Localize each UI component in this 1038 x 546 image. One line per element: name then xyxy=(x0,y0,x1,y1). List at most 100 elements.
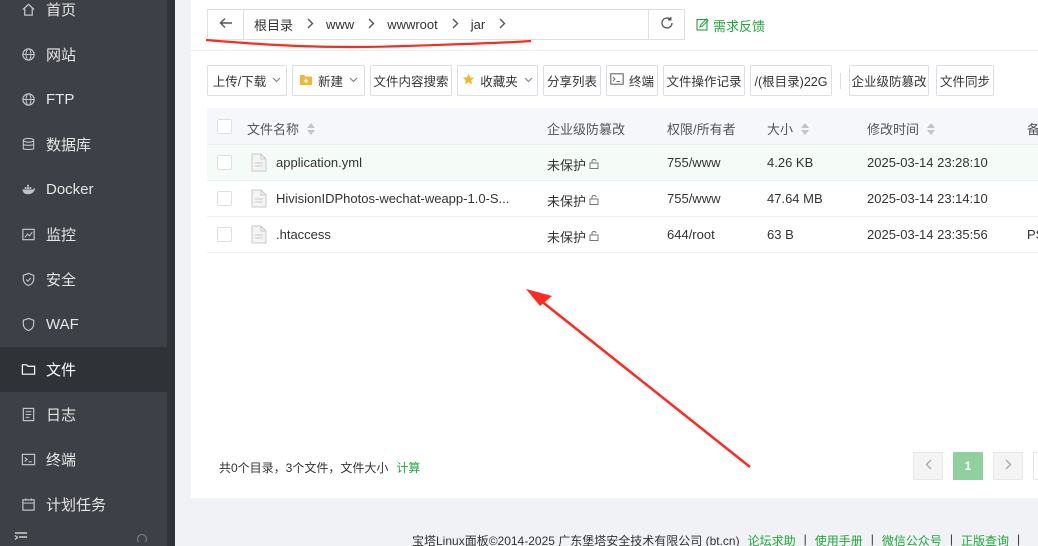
chevron-right-icon xyxy=(368,17,375,32)
tamper-status-label: 未保护 xyxy=(547,158,587,173)
tamper-status[interactable]: 未保护 xyxy=(547,191,600,210)
file-remark[interactable]: PS xyxy=(1027,227,1038,242)
button-label: 企业级防篡改 xyxy=(851,75,927,89)
terminal-button[interactable]: 终端 xyxy=(606,65,658,96)
breadcrumb-item-wwwroot[interactable]: wwwroot xyxy=(379,17,463,32)
sort-icon xyxy=(927,122,936,135)
chevron-right-icon xyxy=(499,17,506,32)
column-header-mtime[interactable]: 修改时间 xyxy=(867,119,936,138)
permission-owner[interactable]: 755/www xyxy=(667,191,720,206)
sidebar-item-label: 网站 xyxy=(46,47,77,64)
column-header-size[interactable]: 大小 xyxy=(767,119,810,138)
file-name[interactable]: .htaccess xyxy=(276,227,331,242)
page-size-select[interactable] xyxy=(1033,452,1038,480)
unlock-icon xyxy=(589,157,600,172)
new-button[interactable]: 新建 xyxy=(292,65,365,96)
content-search-button[interactable]: 文件内容搜索 xyxy=(370,65,452,96)
feedback-label: 需求反馈 xyxy=(713,19,766,34)
footer-separator: | xyxy=(870,532,874,546)
unlock-icon xyxy=(589,193,600,208)
unlock-icon xyxy=(589,229,600,244)
file-name[interactable]: HivisionIDPhotos-wechat-weapp-1.0-S... xyxy=(276,191,509,206)
sidebar-item-docker[interactable]: Docker xyxy=(0,167,167,212)
operation-log-button[interactable]: 文件操作记录 xyxy=(663,65,745,96)
chevron-down-icon xyxy=(524,75,533,86)
wechat-link[interactable]: 微信公众号 xyxy=(882,532,942,546)
file-sync-button[interactable]: 文件同步 xyxy=(936,65,994,96)
file-size: 47.64 MB xyxy=(767,191,823,206)
file-manager-panel: 根目录 www wwwroot jar 需求反馈 上传/下载 新建 文件内容搜索… xyxy=(191,0,1038,498)
file-icon xyxy=(251,225,267,247)
button-label: 文件操作记录 xyxy=(666,75,742,89)
refresh-icon xyxy=(660,16,674,33)
table-header: 文件名称 企业级防篡改 权限/所有者 大小 修改时间 备 xyxy=(207,108,1038,145)
chevron-right-icon xyxy=(307,17,314,32)
sidebar-item-website[interactable]: 网站 xyxy=(0,32,167,77)
red-underline-annotation xyxy=(205,38,532,49)
breadcrumb-label: 根目录 xyxy=(254,18,294,33)
breadcrumb-label: wwwroot xyxy=(387,17,438,32)
column-header-label: 权限/所有者 xyxy=(667,122,736,137)
favorites-button[interactable]: 收藏夹 xyxy=(457,65,538,96)
forum-help-link[interactable]: 论坛求助 xyxy=(748,532,796,546)
terminal-icon xyxy=(610,73,624,88)
tamper-proof-button[interactable]: 企业级防篡改 xyxy=(849,65,929,96)
sidebar-item-files[interactable]: 文件 xyxy=(0,347,167,392)
file-name[interactable]: application.yml xyxy=(276,155,362,170)
license-check-link[interactable]: 正版查询 xyxy=(961,532,1009,546)
column-header-label: 备 xyxy=(1027,122,1038,137)
sidebar-item-waf[interactable]: WAF xyxy=(0,302,167,347)
toolbar-divider xyxy=(840,73,841,89)
sidebar-item-label: 文件 xyxy=(46,362,77,379)
button-label: 新建 xyxy=(317,75,343,89)
sidebar-scrollbar[interactable] xyxy=(167,0,175,546)
star-icon xyxy=(462,73,475,89)
sidebar-item-label: FTP xyxy=(46,91,75,108)
row-checkbox[interactable] xyxy=(217,191,232,206)
feedback-link[interactable]: 需求反馈 xyxy=(696,16,765,35)
summary-text: 共0个目录，3个文件，文件大小 xyxy=(219,461,389,475)
button-label: 收藏夹 xyxy=(480,75,518,89)
share-list-button[interactable]: 分享列表 xyxy=(543,65,601,96)
select-all-checkbox[interactable] xyxy=(217,119,232,134)
upload-download-button[interactable]: 上传/下载 xyxy=(207,65,287,96)
manual-link[interactable]: 使用手册 xyxy=(815,532,863,546)
docker-icon xyxy=(20,182,36,198)
breadcrumb-item-root[interactable]: 根目录 xyxy=(244,15,318,34)
table-row[interactable]: application.yml 未保护 755/www 4.26 KB 2025… xyxy=(207,145,1038,181)
modified-time: 2025-03-14 23:28:10 xyxy=(867,155,988,170)
modified-time: 2025-03-14 23:35:56 xyxy=(867,227,988,242)
sidebar-item-logs[interactable]: 日志 xyxy=(0,392,167,437)
sidebar-item-home[interactable]: 首页 xyxy=(0,0,167,32)
prev-page-button[interactable] xyxy=(913,452,943,480)
table-row[interactable]: .htaccess 未保护 644/root 63 B 2025-03-14 2… xyxy=(207,217,1038,253)
row-checkbox[interactable] xyxy=(217,227,232,242)
modified-time: 2025-03-14 23:14:10 xyxy=(867,191,988,206)
refresh-button[interactable] xyxy=(648,9,685,40)
footer-separator: | xyxy=(803,532,807,546)
breadcrumb-item-jar[interactable]: jar xyxy=(463,17,510,32)
tamper-status[interactable]: 未保护 xyxy=(547,155,600,174)
edit-icon xyxy=(696,17,709,34)
sidebar-item-ftp[interactable]: FTP xyxy=(0,77,167,122)
next-page-button[interactable] xyxy=(993,452,1023,480)
permission-owner[interactable]: 644/root xyxy=(667,227,715,242)
back-button[interactable] xyxy=(208,10,244,39)
sidebar-item-database[interactable]: 数据库 xyxy=(0,122,167,167)
sidebar-item-cron[interactable]: 计划任务 xyxy=(0,482,167,527)
calculate-size-link[interactable]: 计算 xyxy=(396,461,420,475)
column-header-name[interactable]: 文件名称 xyxy=(247,119,316,138)
sidebar-item-terminal[interactable]: 终端 xyxy=(0,437,167,482)
breadcrumb-item-www[interactable]: www xyxy=(318,17,379,32)
button-label: 分享列表 xyxy=(546,75,597,89)
tamper-status[interactable]: 未保护 xyxy=(547,227,600,246)
page-button-current[interactable]: 1 xyxy=(953,452,983,480)
permission-owner[interactable]: 755/www xyxy=(667,155,720,170)
sidebar-item-monitor[interactable]: 监控 xyxy=(0,212,167,257)
table-row[interactable]: HivisionIDPhotos-wechat-weapp-1.0-S... 未… xyxy=(207,181,1038,217)
disk-usage-button[interactable]: /(根目录)22G xyxy=(750,65,832,96)
sidebar-item-security[interactable]: 安全 xyxy=(0,257,167,302)
sidebar-item-label: Docker xyxy=(46,181,94,198)
row-checkbox[interactable] xyxy=(217,155,232,170)
column-header-label: 企业级防篡改 xyxy=(547,122,626,137)
